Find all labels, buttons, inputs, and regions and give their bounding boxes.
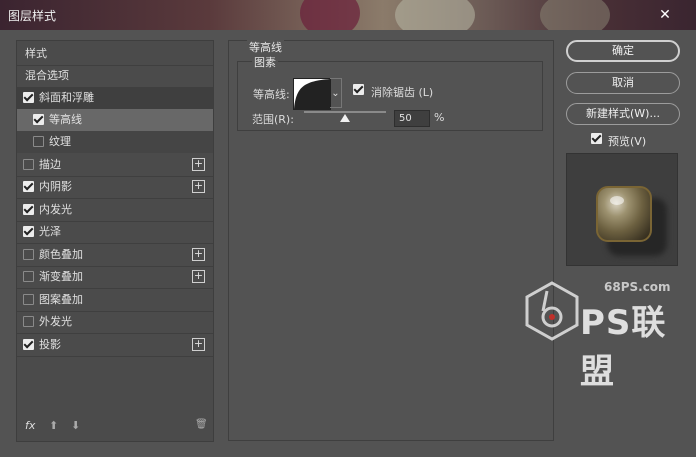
- antialias-checkbox[interactable]: [353, 84, 364, 95]
- style-list-item-label: 斜面和浮雕: [39, 91, 94, 104]
- style-preview: [566, 153, 678, 266]
- style-list-item-label: 渐变叠加: [39, 270, 83, 283]
- add-inner-shadow-icon[interactable]: +: [192, 180, 205, 193]
- style-list-item-texture[interactable]: 纹理: [17, 131, 213, 153]
- checkbox-bevel-emboss[interactable]: [23, 92, 34, 103]
- antialias-label: 消除锯齿 (L): [371, 86, 434, 99]
- contour-curve-icon: [294, 79, 330, 109]
- preview-checkbox[interactable]: [591, 133, 602, 144]
- range-unit: %: [434, 111, 445, 124]
- style-list-item-label: 光泽: [39, 225, 61, 238]
- preview-swatch: [596, 186, 652, 242]
- elements-title: 图素: [252, 54, 278, 70]
- style-list-item-styles[interactable]: 样式: [17, 43, 213, 66]
- group-title: 等高线: [247, 39, 284, 55]
- style-list-item-label: 等高线: [49, 113, 82, 126]
- style-list-item-label: 颜色叠加: [39, 248, 83, 261]
- checkbox-gradient-overlay[interactable]: [23, 271, 34, 282]
- add-drop-shadow-icon[interactable]: +: [192, 338, 205, 351]
- style-list-toolbar: fx ⬆ ⬇ 🗑: [17, 413, 213, 441]
- fx-icon[interactable]: fx: [25, 419, 35, 432]
- ps-logo-icon: [525, 281, 579, 341]
- checkbox-drop-shadow[interactable]: [23, 339, 34, 350]
- contour-label: 等高线:: [253, 88, 290, 101]
- range-label: 范围(R):: [252, 113, 294, 126]
- title-bar: 图层样式 ✕: [0, 0, 696, 30]
- checkbox-pattern-overlay[interactable]: [23, 294, 34, 305]
- style-list-item-gradient-overlay[interactable]: 渐变叠加 +: [17, 266, 213, 289]
- style-list-item-label: 投影: [39, 338, 61, 351]
- add-stroke-icon[interactable]: +: [192, 158, 205, 171]
- checkbox-satin[interactable]: [23, 226, 34, 237]
- new-style-button[interactable]: 新建样式(W)...: [566, 103, 680, 125]
- style-list-item-label: 内发光: [39, 203, 72, 216]
- style-list-item-color-overlay[interactable]: 颜色叠加 +: [17, 244, 213, 267]
- cancel-button[interactable]: 取消: [566, 72, 680, 94]
- style-list-item-inner-shadow[interactable]: 内阴影 +: [17, 176, 213, 199]
- move-up-icon[interactable]: ⬆: [49, 419, 58, 432]
- watermark-brand: PS联盟: [580, 303, 667, 392]
- style-list-item-label: 外发光: [39, 315, 72, 328]
- contour-settings-panel: 等高线 图素 等高线: ⌄ 消除锯齿 (L) 范围(R): 50 %: [228, 39, 554, 441]
- style-list-item-label: 样式: [25, 47, 47, 60]
- trash-icon[interactable]: 🗑: [195, 419, 208, 430]
- style-list-item-label: 纹理: [49, 135, 71, 148]
- watermark-site: 68PS.com: [604, 280, 671, 294]
- preview-label: 预览(V): [608, 135, 647, 148]
- style-list-item-inner-glow[interactable]: 内发光: [17, 199, 213, 222]
- style-list-item-blending-options[interactable]: 混合选项: [17, 65, 213, 88]
- style-list-item-pattern-overlay[interactable]: 图案叠加: [17, 289, 213, 312]
- style-list-item-outer-glow[interactable]: 外发光: [17, 311, 213, 334]
- style-list-item-label: 描边: [39, 158, 61, 171]
- style-list-item-label: 内阴影: [39, 180, 72, 193]
- checkbox-inner-glow[interactable]: [23, 204, 34, 215]
- close-icon[interactable]: ✕: [656, 6, 674, 24]
- checkbox-outer-glow[interactable]: [23, 316, 34, 327]
- style-list-item-stroke[interactable]: 描边 +: [17, 154, 213, 177]
- style-list-item-drop-shadow[interactable]: 投影 +: [17, 334, 213, 357]
- move-down-icon[interactable]: ⬇: [71, 419, 80, 432]
- style-list-item-label: 混合选项: [25, 69, 69, 82]
- style-list-item-bevel-emboss[interactable]: 斜面和浮雕: [17, 87, 213, 109]
- ok-button[interactable]: 确定: [566, 40, 680, 62]
- style-list-item-satin[interactable]: 光泽: [17, 221, 213, 244]
- checkbox-stroke[interactable]: [23, 159, 34, 170]
- elements-box: 图素 等高线: ⌄ 消除锯齿 (L) 范围(R): 50 %: [237, 54, 543, 131]
- checkbox-color-overlay[interactable]: [23, 249, 34, 260]
- add-color-overlay-icon[interactable]: +: [192, 248, 205, 261]
- window-title: 图层样式: [8, 9, 57, 23]
- range-input[interactable]: 50: [394, 110, 430, 127]
- contour-preview[interactable]: [293, 78, 331, 110]
- style-list-item-contour[interactable]: 等高线: [17, 109, 213, 131]
- style-list-item-label: 图案叠加: [39, 293, 83, 306]
- range-slider-thumb[interactable]: [340, 114, 350, 122]
- checkbox-contour[interactable]: [33, 114, 44, 125]
- range-slider[interactable]: [304, 111, 386, 113]
- add-gradient-overlay-icon[interactable]: +: [192, 270, 205, 283]
- contour-dropdown-icon[interactable]: ⌄: [330, 78, 342, 108]
- checkbox-texture[interactable]: [33, 136, 44, 147]
- checkbox-inner-shadow[interactable]: [23, 181, 34, 192]
- style-list-panel: 样式 混合选项 斜面和浮雕 等高线 纹理 描边 + 内阴影 + 内发光 光泽 颜…: [16, 40, 214, 442]
